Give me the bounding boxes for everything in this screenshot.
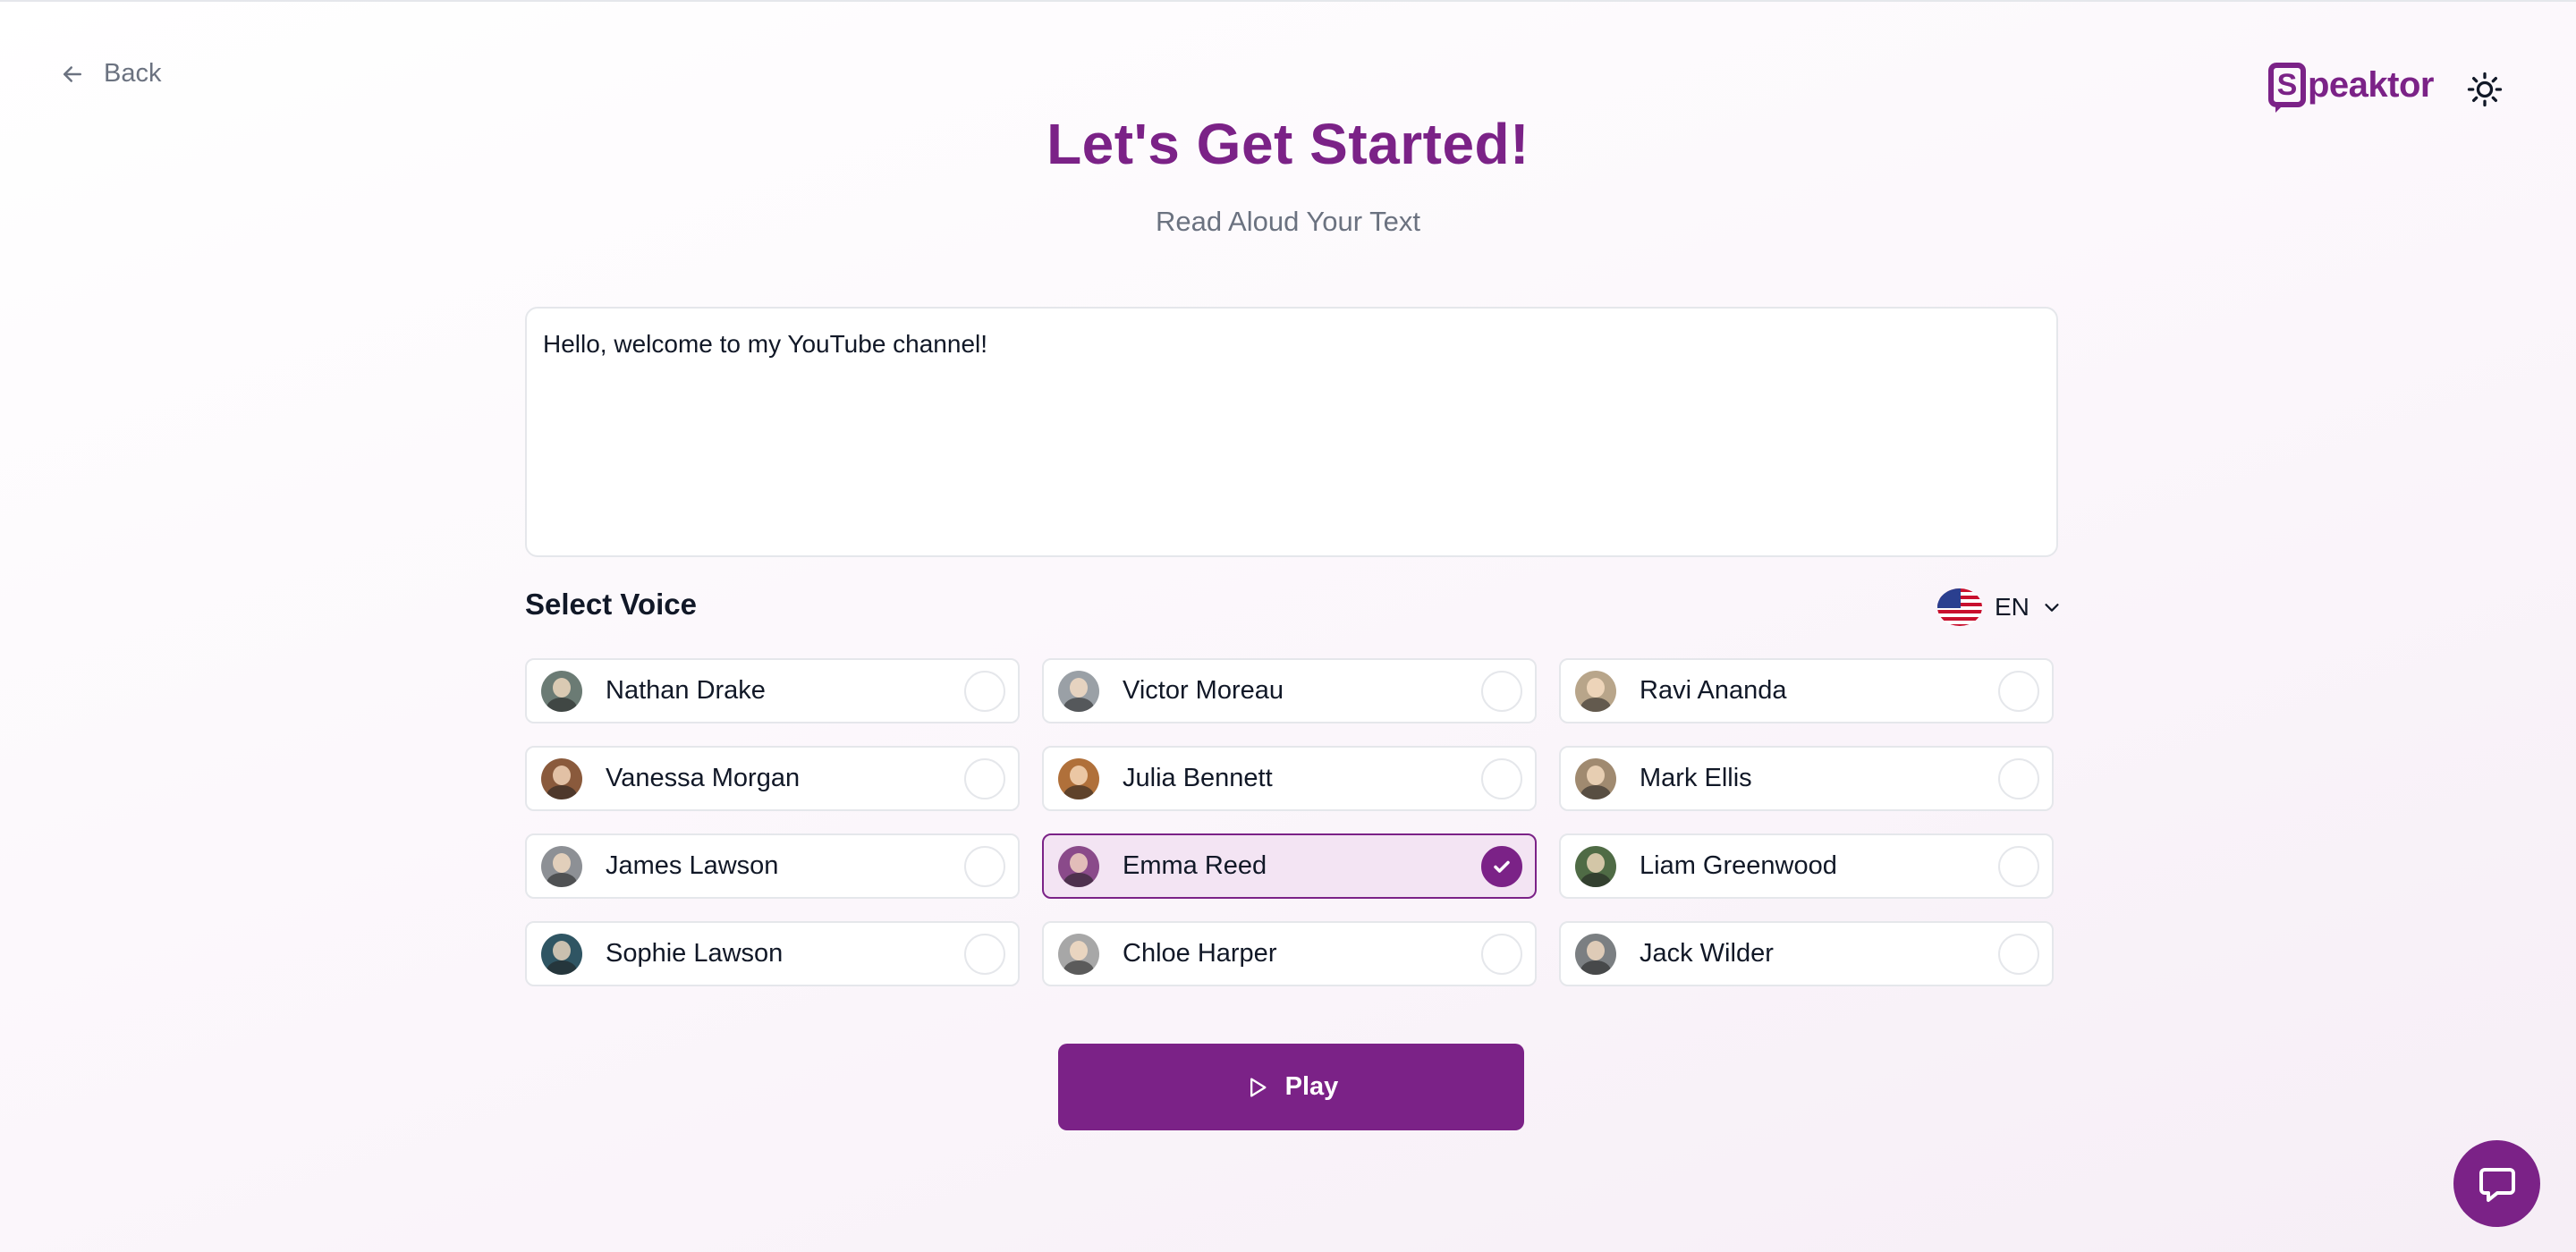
radio-unchecked[interactable]: [1998, 933, 2039, 975]
play-icon: [1250, 1078, 1267, 1096]
chat-icon: [2479, 1167, 2515, 1202]
check-icon: [1494, 860, 1510, 873]
radio-checked[interactable]: [1481, 845, 1522, 887]
voice-option[interactable]: Julia Bennett: [1042, 746, 1537, 811]
voice-name: Julia Bennett: [1123, 764, 1273, 792]
radio-unchecked[interactable]: [964, 933, 1005, 975]
radio-unchecked[interactable]: [1998, 757, 2039, 799]
select-voice-label: Select Voice: [525, 588, 697, 621]
voice-option[interactable]: Victor Moreau: [1042, 658, 1537, 723]
voice-list: Nathan Drake Victor Moreau Ravi Ananda Vane…: [525, 658, 2055, 986]
back-label: Back: [104, 59, 162, 88]
chat-widget-button[interactable]: [2453, 1140, 2540, 1227]
page-title: Let's Get Started!: [1046, 112, 1530, 176]
play-button[interactable]: Play: [1058, 1044, 1524, 1130]
top-border: [0, 0, 2576, 2]
avatar: [1575, 670, 1616, 712]
text-input[interactable]: Hello, welcome to my YouTube channel!: [525, 307, 2058, 557]
voice-name: Liam Greenwood: [1640, 851, 1837, 880]
voice-option[interactable]: Chloe Harper: [1042, 921, 1537, 986]
voice-option[interactable]: Jack Wilder: [1559, 921, 2054, 986]
voice-option[interactable]: Emma Reed: [1042, 833, 1537, 899]
voice-name: Chloe Harper: [1123, 939, 1277, 968]
radio-unchecked[interactable]: [964, 845, 1005, 887]
avatar: [541, 933, 582, 975]
language-selector[interactable]: EN: [1937, 588, 2062, 626]
us-flag-icon: [1937, 588, 1982, 626]
voice-name: Mark Ellis: [1640, 764, 1752, 792]
play-label: Play: [1284, 1072, 1339, 1101]
avatar: [1058, 757, 1099, 799]
back-button[interactable]: Back: [59, 59, 161, 89]
voice-name: Emma Reed: [1123, 851, 1267, 880]
voice-option[interactable]: Nathan Drake: [525, 658, 1020, 723]
arrow-left-icon: [64, 65, 81, 82]
avatar: [1575, 845, 1616, 887]
voice-name: Sophie Lawson: [606, 939, 784, 968]
voice-name: Vanessa Morgan: [606, 764, 801, 792]
avatar: [1058, 670, 1099, 712]
page-subtitle: Read Aloud Your Text: [1156, 206, 1420, 237]
voice-option[interactable]: James Lawson: [525, 833, 1020, 899]
avatar: [541, 845, 582, 887]
voice-name: Victor Moreau: [1123, 676, 1284, 705]
avatar: [1575, 757, 1616, 799]
radio-unchecked[interactable]: [1481, 933, 1522, 975]
radio-unchecked[interactable]: [1998, 670, 2039, 712]
voice-option[interactable]: Ravi Ananda: [1559, 658, 2054, 723]
radio-unchecked[interactable]: [1481, 670, 1522, 712]
radio-unchecked[interactable]: [1481, 757, 1522, 799]
language-code: EN: [1995, 593, 2029, 621]
radio-unchecked[interactable]: [1998, 845, 2039, 887]
avatar: [1575, 933, 1616, 975]
voice-name: James Lawson: [606, 851, 779, 880]
chevron-down-icon: [2045, 604, 2059, 612]
avatar: [541, 670, 582, 712]
logo-mark: S: [2268, 63, 2306, 113]
voice-name: Nathan Drake: [606, 676, 766, 705]
radio-unchecked[interactable]: [964, 757, 1005, 799]
voice-option[interactable]: Liam Greenwood: [1559, 833, 2054, 899]
radio-unchecked[interactable]: [964, 670, 1005, 712]
avatar: [1058, 845, 1099, 887]
voice-option[interactable]: Vanessa Morgan: [525, 746, 1020, 811]
voice-name: Jack Wilder: [1640, 939, 1774, 968]
voice-option[interactable]: Mark Ellis: [1559, 746, 2054, 811]
speaktor-logo[interactable]: S peaktor: [2268, 63, 2435, 113]
avatar: [541, 757, 582, 799]
logo-text: peaktor: [2308, 64, 2435, 105]
voice-option[interactable]: Sophie Lawson: [525, 921, 1020, 986]
sun-icon[interactable]: [2467, 72, 2503, 107]
avatar: [1058, 933, 1099, 975]
voice-name: Ravi Ananda: [1640, 676, 1787, 705]
